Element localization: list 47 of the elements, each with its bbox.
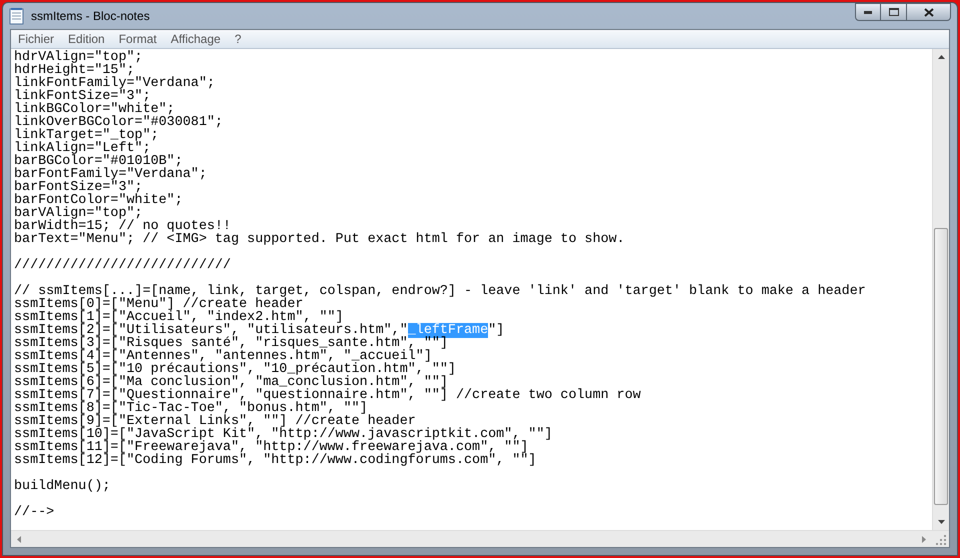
code-line: ssmItems[9]=["External Links", ""] //create header xyxy=(14,415,416,428)
code-line: ssmItems[6]=["Ma conclusion", "ma_conclusion.htm", ""] xyxy=(14,376,449,389)
code-line: linkOverBGColor="#030081"; xyxy=(14,116,224,129)
code-line: barVAlign="top"; xyxy=(14,207,144,220)
code-line: /////////////////////////// xyxy=(14,259,232,272)
code-line: linkTarget="_top"; xyxy=(14,129,160,142)
code-line: barFontSize="3"; xyxy=(14,181,143,194)
code-line: linkFontFamily="Verdana"; xyxy=(14,77,216,90)
menu-item[interactable]: Format xyxy=(112,30,163,48)
vertical-scrollbar[interactable] xyxy=(932,49,949,530)
code-text: "] xyxy=(488,323,504,338)
code-line: barFontColor="white"; xyxy=(14,194,184,207)
code-line: hdrHeight="15"; xyxy=(14,64,135,77)
window-title: ssmItems - Bloc-notes xyxy=(31,8,150,25)
code-line: ssmItems[1]=["Accueil", "index2.htm", ""] xyxy=(14,311,344,324)
code-line: ssmItems[3]=["Risques santé", "risques_sante.htm", ""] xyxy=(14,337,449,350)
code-line: linkFontSize="3"; xyxy=(14,90,151,103)
code-line: buildMenu(); xyxy=(14,480,112,493)
minimize-button[interactable] xyxy=(855,3,881,21)
menu-item[interactable]: Affichage xyxy=(164,30,227,48)
menu-item[interactable]: Fichier xyxy=(12,30,60,48)
code-line: ssmItems[12]=["Coding Forums", "http://www.codingforums.com", ""] xyxy=(14,454,538,467)
close-icon xyxy=(924,8,934,16)
code-line: linkBGColor="white"; xyxy=(14,103,175,116)
close-button[interactable] xyxy=(907,3,951,21)
code-line: ssmItems[4]=["Antennes", "antennes.htm", "_accueil"] xyxy=(14,350,433,363)
code-line: barBGColor="#01010B"; xyxy=(14,155,183,168)
menu-item[interactable]: Edition xyxy=(62,30,111,48)
code-line: ssmItems[10]=["JavaScript Kit", "http://www.javascriptkit.com", ""] xyxy=(14,428,554,441)
code-line: ssmItems[5]=["10 précautions", "10_précaution.htm", ""] xyxy=(14,363,457,376)
maximize-icon xyxy=(888,8,898,16)
menu-item[interactable]: ? xyxy=(228,30,248,48)
maximize-button[interactable] xyxy=(881,3,907,21)
code-line: ssmItems[8]=["Tic-Tac-Toe", "bonus.htm", ""] xyxy=(14,402,368,415)
code-line: ssmItems[11]=["Freewarejava", "http://www.freewarejava.com", ""] xyxy=(14,441,528,454)
scroll-thumb[interactable] xyxy=(934,228,948,505)
code-line: // ssmItems[...]=[name, link, target, colspan, endrow?] - leave 'link' and 'target' blank to make a header xyxy=(14,285,867,298)
code-line: barText="Menu"; // <IMG> tag supported. Put exact html for an image to show. xyxy=(14,233,626,246)
code-line: barWidth=15; // no quotes!! xyxy=(14,220,231,233)
code-line: hdrVAlign="top"; xyxy=(14,51,144,64)
code-line: linkAlign="Left"; xyxy=(14,142,151,155)
code-line: ssmItems[0]=["Menu"] //create header xyxy=(14,298,304,311)
code-line: ssmItems[7]=["Questionnaire", "questionnaire.htm", ""] //create two column row xyxy=(14,389,642,402)
minimize-icon xyxy=(864,10,872,14)
notepad-icon xyxy=(9,7,25,25)
code-line: barFontFamily="Verdana"; xyxy=(14,168,208,181)
code-line: //--> xyxy=(14,506,56,519)
